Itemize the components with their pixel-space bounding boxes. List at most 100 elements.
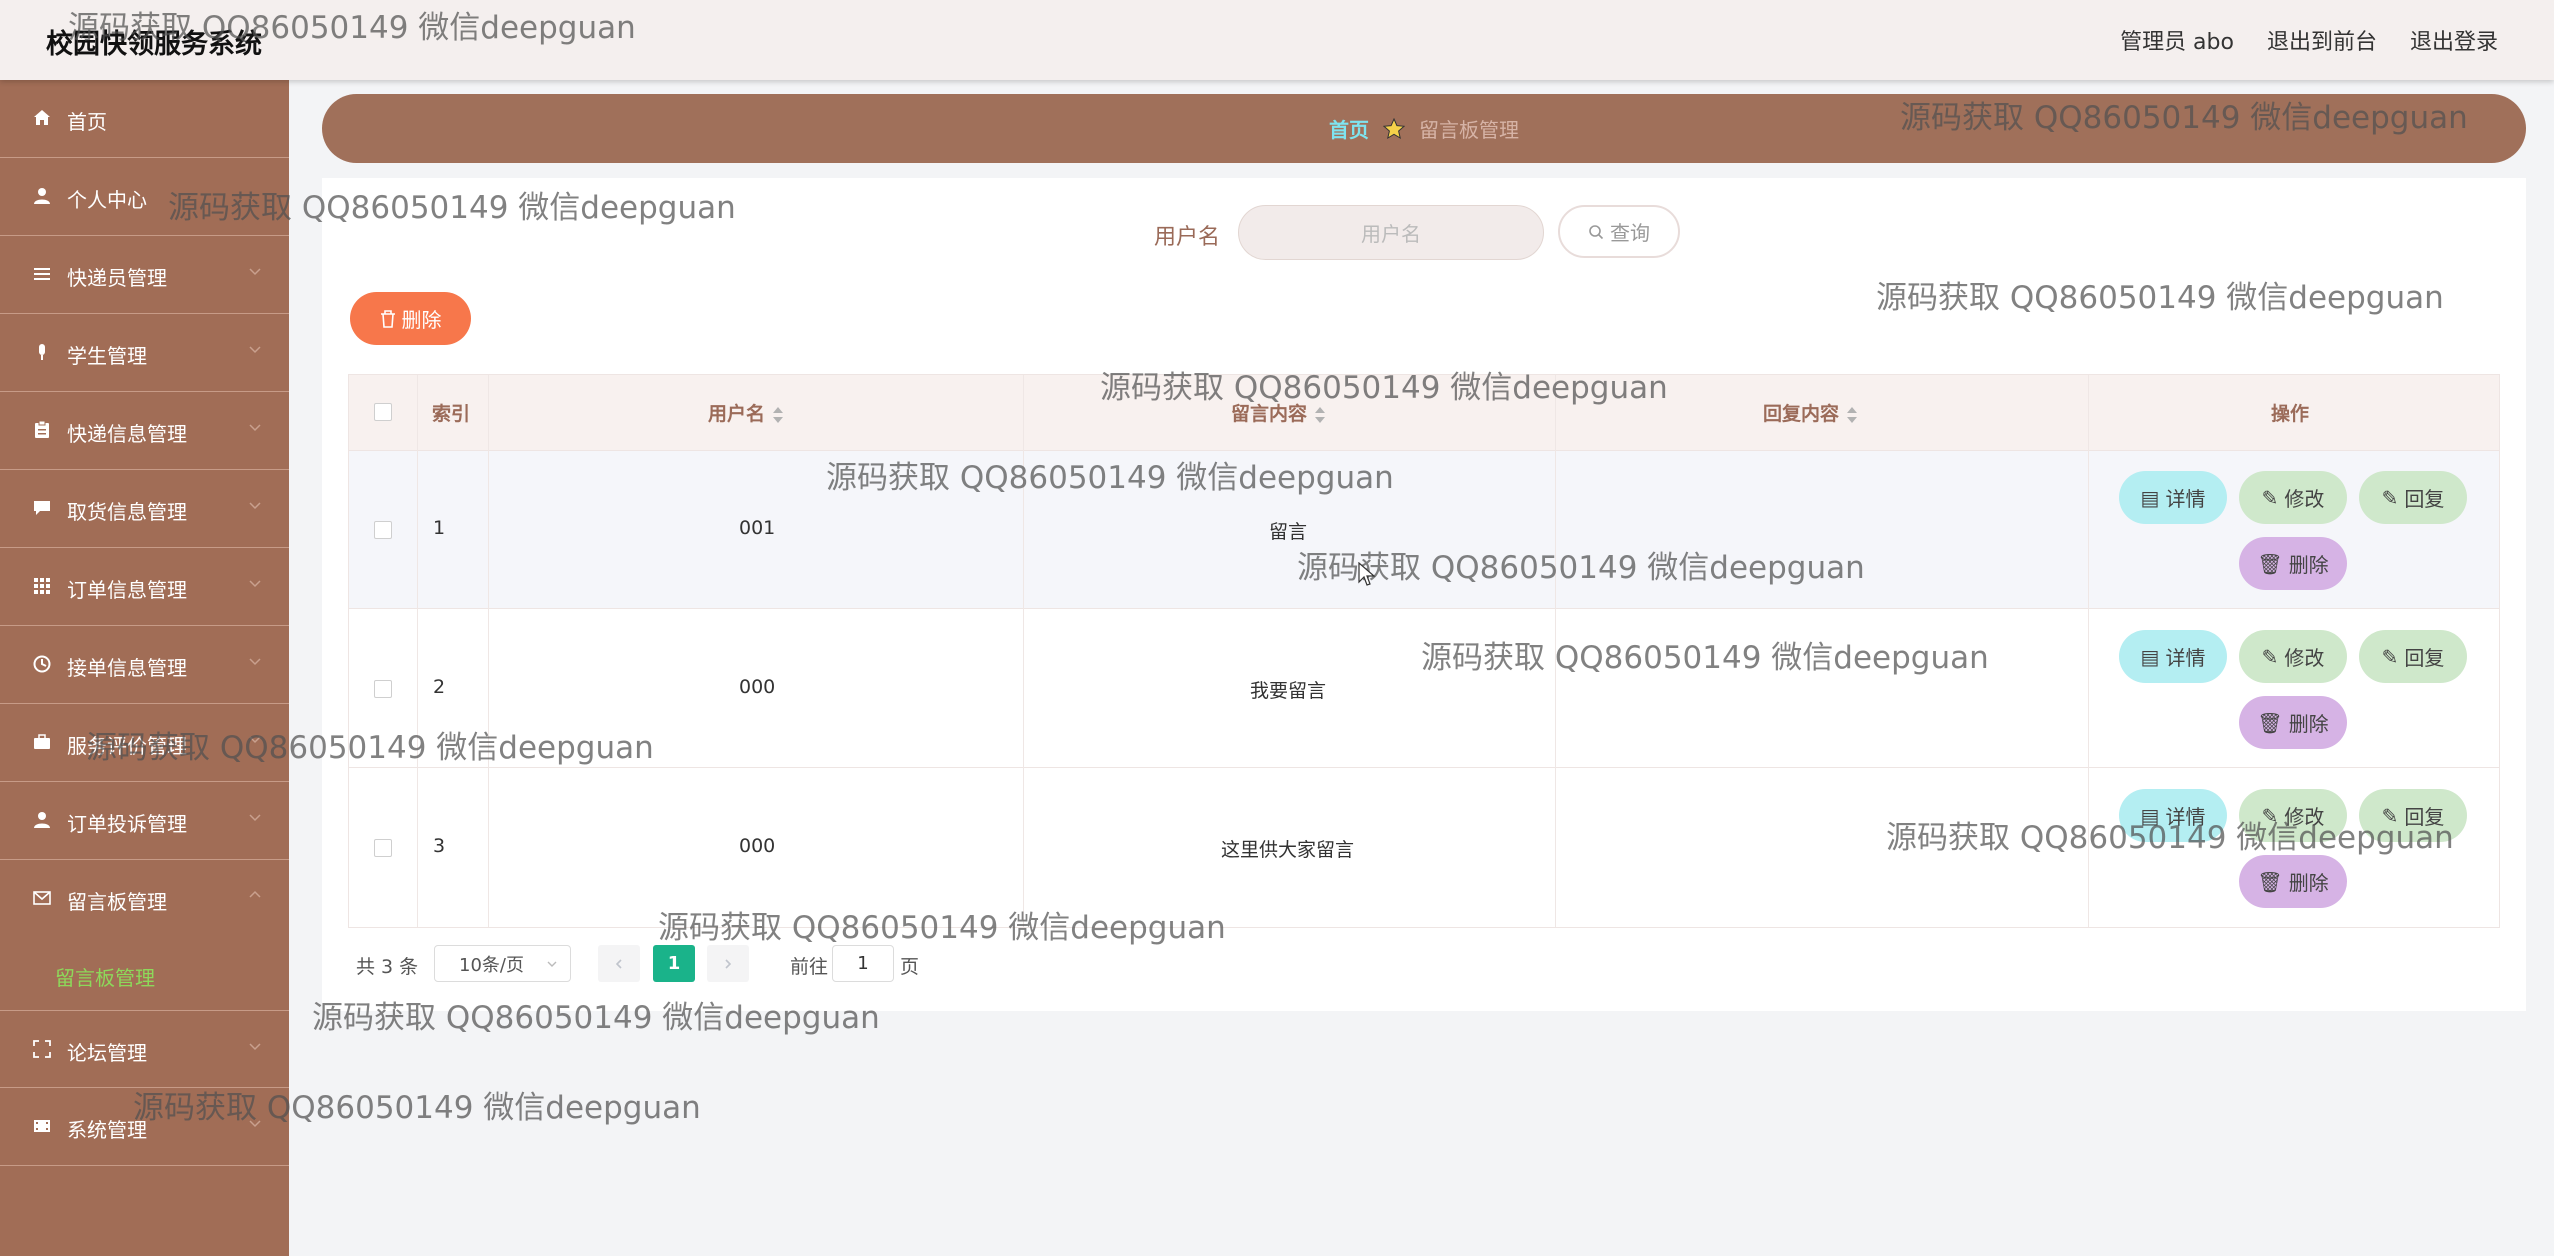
cell-username: 000 (739, 676, 776, 698)
cell-username: 001 (739, 517, 776, 539)
goto-label: 前往 (790, 956, 829, 978)
column-divider (488, 375, 489, 927)
sidebar-item-profile[interactable]: 个人中心 (0, 158, 289, 236)
select-all-checkbox[interactable] (374, 403, 392, 421)
logout-link[interactable]: 退出登录 (2410, 24, 2498, 56)
message-table: 索引 用户名 留言内容 回复内容 操作 1 001 留言 ▤ 详情 ✎ 修改 ✎ 回复… (348, 374, 2500, 928)
sidebar-item-service-review[interactable]: 服务评价管理 (0, 704, 289, 782)
sidebar-item-system[interactable]: 系统管理 (0, 1088, 289, 1166)
column-divider (2088, 375, 2089, 927)
header-index: 索引 (432, 403, 471, 425)
user-icon (32, 186, 52, 206)
table-row: 2 000 我要留言 ▤ 详情 ✎ 修改 ✎ 回复 🗑 删除 (349, 610, 2499, 768)
pencil-icon: ✎ (2261, 803, 2279, 828)
trash-icon: 🗑 (2257, 551, 2283, 576)
reply-button[interactable]: ✎ 回复 (2359, 471, 2467, 524)
sidebar-item-forum[interactable]: 论坛管理 (0, 1010, 289, 1088)
mouse-cursor-icon (1358, 562, 1376, 586)
header-links: 管理员 abo 退出到前台 退出登录 (2120, 24, 2498, 56)
delete-button[interactable]: 🗑 删除 (2239, 537, 2347, 590)
detail-button[interactable]: ▤ 详情 (2119, 789, 2227, 842)
film-icon (32, 1116, 52, 1136)
detail-button[interactable]: ▤ 详情 (2119, 471, 2227, 524)
cell-content: 这里供大家留言 (1221, 839, 1355, 861)
chevron-right-icon (725, 958, 732, 969)
search-button-label: 查询 (1610, 221, 1650, 245)
bulk-delete-button[interactable]: 删除 (350, 292, 471, 345)
header-actions: 操作 (2271, 403, 2310, 425)
sidebar-item-label: 快递信息管理 (67, 422, 187, 446)
chevron-down-icon (249, 268, 261, 276)
chevron-down-icon (249, 424, 261, 432)
sidebar-item-accept-info[interactable]: 接单信息管理 (0, 626, 289, 704)
pencil-icon: ✎ (2261, 485, 2279, 510)
edit-button[interactable]: ✎ 修改 (2239, 471, 2347, 524)
sidebar-item-message-board[interactable]: 留言板管理 (0, 860, 289, 938)
user-icon (32, 810, 52, 830)
list-icon (32, 264, 52, 284)
pagination-total: 共 3 条 (356, 956, 419, 978)
doc-icon: ▤ (2140, 803, 2160, 828)
search-button[interactable]: 查询 (1558, 205, 1680, 258)
sort-icon[interactable] (1847, 406, 1858, 423)
cell-content: 留言 (1269, 521, 1308, 543)
clipboard-icon (32, 420, 52, 440)
page-number-button[interactable]: 1 (653, 945, 695, 982)
reply-button[interactable]: ✎ 回复 (2359, 789, 2467, 842)
delete-button[interactable]: 🗑 删除 (2239, 855, 2347, 908)
sidebar-item-express-info[interactable]: 快递信息管理 (0, 392, 289, 470)
grid-icon (32, 576, 52, 596)
chevron-down-icon (249, 736, 261, 744)
sidebar-item-home[interactable]: 首页 (0, 80, 289, 158)
row-checkbox[interactable] (374, 521, 392, 539)
page-size-select[interactable]: 10条/页 (434, 945, 571, 982)
table-row: 3 000 这里供大家留言 ▤ 详情 ✎ 修改 ✎ 回复 🗑 删除 (349, 769, 2499, 927)
top-bar: 校园快领服务系统 管理员 abo 退出到前台 退出登录 (0, 0, 2554, 80)
edit-button[interactable]: ✎ 修改 (2239, 789, 2347, 842)
app-title: 校园快领服务系统 (46, 29, 262, 60)
search-label: 用户名 (1154, 225, 1221, 250)
row-checkbox[interactable] (374, 680, 392, 698)
home-icon (32, 108, 52, 128)
sidebar-item-label: 快递员管理 (67, 266, 167, 290)
chevron-down-icon (249, 658, 261, 666)
sidebar-item-label: 论坛管理 (67, 1041, 147, 1065)
chevron-down-icon (547, 961, 557, 967)
sidebar-item-courier[interactable]: 快递员管理 (0, 236, 289, 314)
trash-icon: 🗑 (2257, 710, 2283, 735)
delete-button[interactable]: 🗑 删除 (2239, 696, 2347, 749)
bulk-delete-label: 删除 (401, 308, 442, 332)
reply-button[interactable]: ✎ 回复 (2359, 630, 2467, 683)
sidebar-item-order-info[interactable]: 订单信息管理 (0, 548, 289, 626)
sidebar-item-label: 个人中心 (67, 188, 147, 212)
chevron-up-icon (249, 890, 261, 898)
sort-icon[interactable] (1315, 406, 1326, 423)
username-search-input[interactable]: 用户名 (1238, 205, 1544, 260)
sidebar-item-pickup-info[interactable]: 取货信息管理 (0, 470, 289, 548)
header-reply[interactable]: 回复内容 (1763, 399, 1858, 426)
cell-index: 2 (433, 676, 446, 698)
header-content[interactable]: 留言内容 (1231, 399, 1326, 426)
sidebar-item-complaints[interactable]: 订单投诉管理 (0, 782, 289, 860)
sidebar-item-label: 留言板管理 (67, 890, 167, 914)
pencil-icon: ✎ (2381, 644, 2399, 669)
row-checkbox[interactable] (374, 839, 392, 857)
prev-page-button[interactable] (598, 945, 640, 982)
chevron-down-icon (249, 346, 261, 354)
edit-button[interactable]: ✎ 修改 (2239, 630, 2347, 683)
sidebar-item-students[interactable]: 学生管理 (0, 314, 289, 392)
chevron-left-icon (615, 958, 622, 969)
submenu-item-message-board[interactable]: 留言板管理 (55, 962, 155, 991)
admin-user-link[interactable]: 管理员 abo (2120, 24, 2234, 56)
sidebar-item-label: 服务评价管理 (67, 734, 187, 758)
sort-icon[interactable] (773, 406, 784, 423)
header-username[interactable]: 用户名 (708, 399, 784, 426)
goto-page-input[interactable]: 1 (832, 945, 894, 982)
breadcrumb-home[interactable]: 首页 (1329, 114, 1369, 143)
next-page-button[interactable] (707, 945, 749, 982)
chevron-down-icon (249, 1120, 261, 1128)
sidebar-item-label: 学生管理 (67, 344, 147, 368)
exit-to-front-link[interactable]: 退出到前台 (2267, 24, 2377, 56)
sidebar-item-label: 取货信息管理 (67, 500, 187, 524)
detail-button[interactable]: ▤ 详情 (2119, 630, 2227, 683)
